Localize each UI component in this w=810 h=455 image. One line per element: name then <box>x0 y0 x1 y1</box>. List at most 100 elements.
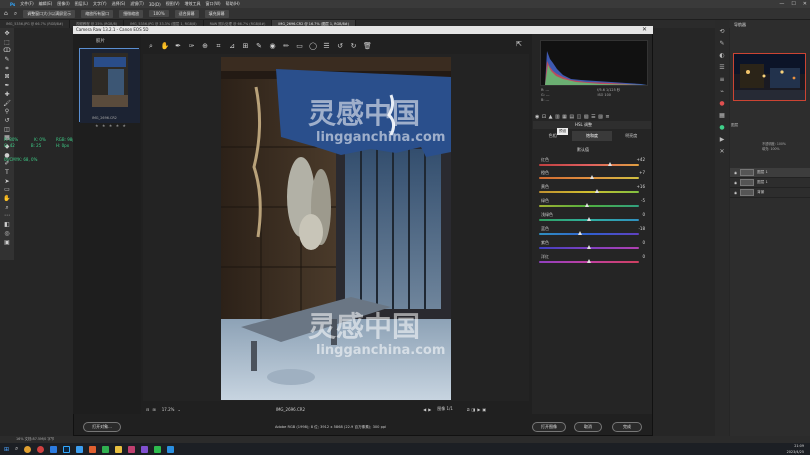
menu-layer[interactable]: 图层(L) <box>75 1 88 7</box>
target-adjust-icon[interactable]: ⊕ <box>201 42 209 50</box>
slider-knob[interactable] <box>608 162 612 166</box>
toggle-icon[interactable]: ▶ <box>477 407 480 412</box>
snapshots-icon[interactable]: ▨ <box>598 114 603 120</box>
zoom-level[interactable]: 17.2% <box>162 407 175 412</box>
spot-removal-icon[interactable]: ✎ <box>255 42 263 50</box>
effects-icon[interactable]: ◫ <box>577 114 582 120</box>
slider-value[interactable]: 0 <box>642 254 645 259</box>
rectangle-tool-icon[interactable]: ▭ <box>4 187 10 194</box>
settings-icon[interactable]: ▣ <box>482 407 486 412</box>
app-icon[interactable] <box>89 445 97 453</box>
slider-value[interactable]: -5 <box>641 198 645 203</box>
more-tools-icon[interactable]: ⋯ <box>4 213 10 220</box>
menu-select[interactable]: 选择(S) <box>112 1 126 7</box>
straighten-icon[interactable]: ⊿ <box>228 42 236 50</box>
minimize-button[interactable]: — <box>779 1 784 7</box>
adjust-icon[interactable]: ◐ <box>719 52 724 59</box>
slider-value[interactable]: +7 <box>639 170 645 175</box>
slider-track[interactable] <box>539 205 639 207</box>
preferences-icon[interactable]: ☰ <box>323 42 331 50</box>
compare-view-icon[interactable]: ⧄ <box>467 407 470 412</box>
open-image-button[interactable]: 打开图像 <box>532 422 566 432</box>
crop-tool-icon[interactable]: ⌗ <box>5 65 8 73</box>
photoshop-icon[interactable] <box>63 445 71 453</box>
navigator-thumbnail[interactable] <box>733 53 806 101</box>
path-select-icon[interactable]: ➤ <box>4 178 9 186</box>
properties-icon[interactable]: ☰ <box>719 64 724 71</box>
menu-help[interactable]: 帮助(H) <box>226 1 240 7</box>
hand-tool-icon[interactable]: ✋ <box>3 196 10 203</box>
slider-orange[interactable]: 橙色 +7 <box>539 170 645 181</box>
slider-blue[interactable]: 蓝色 -18 <box>539 226 645 237</box>
home-icon[interactable]: ⌂ <box>4 10 8 17</box>
menu-3d[interactable]: 3D(D) <box>149 2 161 7</box>
clock[interactable]: 21:09 2023/4/25 <box>787 443 804 455</box>
slider-value[interactable]: -18 <box>638 226 645 231</box>
history-icon[interactable]: ⟲ <box>719 28 724 35</box>
layer-row[interactable]: ◉ 背景 <box>730 188 810 198</box>
slider-track[interactable] <box>539 177 639 179</box>
slider-value[interactable]: 0 <box>642 240 645 245</box>
brush-tool-icon[interactable]: 🖌 <box>3 100 11 108</box>
clone-stamp-icon[interactable]: ⚲ <box>5 109 9 116</box>
fit-screen-button[interactable]: 适合屏幕 <box>174 9 199 18</box>
zoom-tool-icon[interactable]: ⌕ <box>14 10 17 18</box>
fill-field[interactable]: 填充: 100% <box>762 147 786 152</box>
zoom-tool-icon[interactable]: ⌕ <box>5 204 8 212</box>
hsl-icon[interactable]: ▥ <box>555 114 560 120</box>
menu-edit[interactable]: 编辑(E) <box>39 1 53 7</box>
channels-icon[interactable]: ≡ <box>719 76 724 83</box>
slider-aqua[interactable]: 浅绿色 0 <box>539 212 645 223</box>
rotate-left-icon[interactable]: ↺ <box>336 42 344 50</box>
move-tool-icon[interactable]: ✥ <box>4 30 9 38</box>
slider-value[interactable]: +16 <box>637 184 645 189</box>
graduated-filter-icon[interactable]: ▭ <box>296 42 304 50</box>
wechat-icon[interactable] <box>154 445 162 453</box>
zoom-tool-icon[interactable]: ⌕ <box>147 42 155 51</box>
basic-panel-icon[interactable]: ◉ <box>535 114 539 120</box>
folder-icon[interactable] <box>115 445 123 453</box>
done-button[interactable]: 完成 <box>612 422 642 432</box>
tone-curve-icon[interactable]: ⊡ <box>542 114 546 120</box>
tools-icon[interactable]: ✕ <box>719 148 724 155</box>
app-icon[interactable] <box>128 445 136 453</box>
hand-tool-icon[interactable]: ✋ <box>161 42 170 50</box>
scrubby-zoom-checkbox[interactable]: 细微缩放 <box>119 9 144 18</box>
slider-magenta[interactable]: 洋红 0 <box>539 254 645 265</box>
app-icon[interactable] <box>37 445 45 453</box>
next-image-icon[interactable]: ▶ <box>428 407 431 412</box>
layer-row[interactable]: ◉ 图层 1 <box>730 168 810 178</box>
rating-stars[interactable]: ★ ★ ★ ★ ★ <box>95 123 127 128</box>
transform-icon[interactable]: ⊞ <box>242 42 250 50</box>
crop-tool-icon[interactable]: ⌗ <box>215 42 223 51</box>
slider-yellow[interactable]: 黄色 +16 <box>539 184 645 195</box>
type-tool-icon[interactable]: T <box>5 169 9 177</box>
frame-tool-icon[interactable]: ⊠ <box>4 74 9 81</box>
start-icon[interactable]: ⊞ <box>4 446 9 453</box>
slider-track[interactable] <box>539 233 639 235</box>
prev-image-icon[interactable]: ◀ <box>423 407 426 412</box>
app-icon[interactable] <box>141 445 149 453</box>
eraser-icon[interactable]: ◫ <box>4 126 10 134</box>
slider-knob[interactable] <box>578 231 582 235</box>
slider-knob[interactable] <box>587 245 591 249</box>
marquee-tool-icon[interactable]: ⬚ <box>4 39 10 47</box>
filmstrip-thumbnail[interactable] <box>79 48 140 123</box>
menu-icon[interactable]: ≡ <box>605 114 609 120</box>
search-icon[interactable]: ⌕ <box>15 445 18 453</box>
slider-track[interactable] <box>539 164 639 166</box>
actions-icon[interactable]: ▶ <box>720 136 725 143</box>
radial-filter-icon[interactable]: ◯ <box>309 42 317 50</box>
rotate-right-icon[interactable]: ↻ <box>350 42 358 50</box>
screen-mode-icon[interactable]: ▣ <box>4 239 10 247</box>
menu-file[interactable]: 文件(F) <box>20 1 33 7</box>
lasso-tool-icon[interactable]: ↀ <box>3 48 10 55</box>
preview-photo[interactable] <box>221 57 451 400</box>
menu-plugins[interactable]: 增效工具 <box>185 1 201 7</box>
eye-icon[interactable]: ◉ <box>734 191 737 195</box>
fit-view-icon[interactable]: ⊟ <box>146 407 149 412</box>
menu-window[interactable]: 窗口(W) <box>206 1 221 7</box>
chevron-down-icon[interactable]: ⌄ <box>177 407 180 412</box>
slider-knob[interactable] <box>585 203 589 207</box>
color-sampler-icon[interactable]: ✑ <box>188 42 196 50</box>
